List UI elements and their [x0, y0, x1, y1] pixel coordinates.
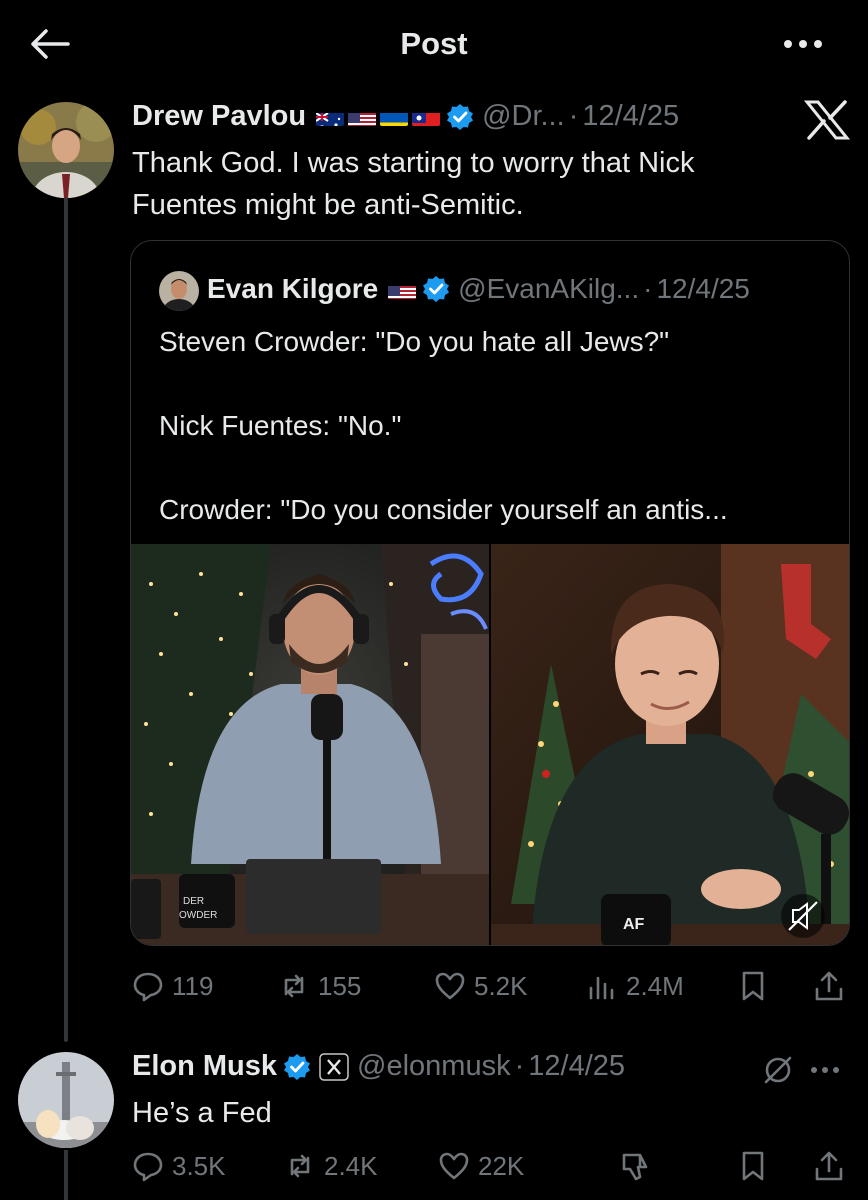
like-count: 5.2K	[474, 970, 528, 1001]
taiwan-flag-icon	[412, 107, 441, 126]
main-post-actions: 119 155 5.2K 2.4M	[132, 966, 852, 1006]
views-button[interactable]: 2.4M	[586, 970, 684, 1002]
top-bar: Post	[0, 0, 868, 92]
reply-author-name[interactable]: Elon Musk	[132, 1050, 277, 1083]
separator: ·	[568, 100, 579, 132]
quoted-author-handle[interactable]: @EvanAKilg...	[458, 273, 639, 305]
thread-connector-lower	[64, 1150, 68, 1200]
repost-count: 155	[318, 970, 362, 1001]
reply-icon	[133, 1152, 163, 1182]
reply-post-text: He’s a Fed	[132, 1097, 272, 1129]
verified-badge-icon	[284, 1053, 311, 1080]
repost-icon	[290, 1154, 310, 1178]
reply-button[interactable]: 3.5K	[132, 1150, 226, 1182]
avatar-drew-pavlou[interactable]	[18, 102, 114, 198]
reply-button[interactable]: 119	[132, 970, 213, 1002]
more-options-icon[interactable]	[778, 24, 828, 64]
video-panel-left: DER OWDER	[131, 544, 489, 945]
views-count: 2.4M	[626, 970, 684, 1001]
quoted-post-text: Steven Crowder: "Do you hate all Jews?" …	[159, 326, 728, 525]
reply-count: 3.5K	[172, 1150, 226, 1181]
grok-icon[interactable]	[762, 1054, 794, 1086]
mug-af-text: AF	[623, 916, 645, 933]
repost-count: 2.4K	[324, 1150, 378, 1181]
author-name[interactable]: Drew Pavlou	[132, 100, 306, 133]
heart-icon	[435, 972, 465, 1000]
share-icon[interactable]	[812, 1149, 846, 1183]
thread-connector	[64, 196, 68, 1042]
x-affiliate-badge-icon	[319, 1052, 349, 1081]
svg-text:OWDER: OWDER	[179, 910, 217, 921]
repost-button[interactable]: 155	[278, 970, 361, 1002]
usa-flag-icon	[388, 280, 417, 299]
australia-flag-icon	[316, 107, 345, 126]
x-logo-icon	[804, 100, 850, 140]
bookmark-icon[interactable]	[736, 1149, 770, 1183]
reply-post-header: Elon Musk @elonmusk · 12/4/25	[132, 1050, 625, 1083]
reply-post-time[interactable]: 12/4/25	[528, 1050, 625, 1083]
post-time[interactable]: 12/4/25	[582, 100, 679, 133]
like-button[interactable]: 5.2K	[434, 970, 528, 1002]
page-title: Post	[400, 26, 468, 61]
main-post-header: Drew Pavlou @Dr... · 12/4/25	[132, 100, 679, 133]
video-panel-right: AF	[491, 544, 849, 945]
quoted-post-header: Evan Kilgore @EvanAKilg... · 12/4/25	[207, 273, 750, 305]
verified-badge-icon	[447, 103, 474, 130]
reply-icon	[133, 972, 163, 1002]
separator: ·	[643, 273, 653, 304]
quoted-video[interactable]: DER OWDER AF	[131, 544, 849, 945]
repost-icon	[284, 974, 304, 998]
quoted-author-name[interactable]: Evan Kilgore	[207, 273, 378, 305]
heart-icon	[439, 1152, 469, 1180]
reply-count: 119	[172, 970, 214, 1001]
quoted-post-card[interactable]: Evan Kilgore @EvanAKilg... · 12/4/25 Ste…	[130, 240, 850, 946]
usa-flag-icon	[348, 107, 377, 126]
reply-author-handle[interactable]: @elonmusk	[357, 1050, 511, 1083]
main-post-text: Thank God. I was starting to worry that …	[132, 147, 695, 221]
mug-text: DER	[183, 896, 204, 907]
downvote-icon[interactable]	[618, 1149, 652, 1183]
like-button[interactable]: 22K	[438, 1150, 524, 1182]
quoted-post-time[interactable]: 12/4/25	[656, 273, 749, 305]
repost-button[interactable]: 2.4K	[284, 1150, 378, 1182]
verified-badge-icon	[423, 276, 450, 302]
like-count: 22K	[478, 1150, 525, 1181]
bookmark-icon[interactable]	[736, 969, 770, 1003]
share-icon[interactable]	[812, 969, 846, 1003]
views-icon	[589, 976, 614, 1000]
avatar-elon-musk[interactable]	[18, 1052, 114, 1148]
separator: ·	[514, 1050, 525, 1082]
author-handle[interactable]: @Dr...	[482, 100, 565, 133]
ukraine-flag-icon	[380, 107, 409, 126]
reply-post-actions: 3.5K 2.4K 22K	[132, 1146, 852, 1186]
avatar-evan-kilgore[interactable]	[159, 271, 199, 311]
more-options-icon[interactable]	[808, 1060, 842, 1080]
